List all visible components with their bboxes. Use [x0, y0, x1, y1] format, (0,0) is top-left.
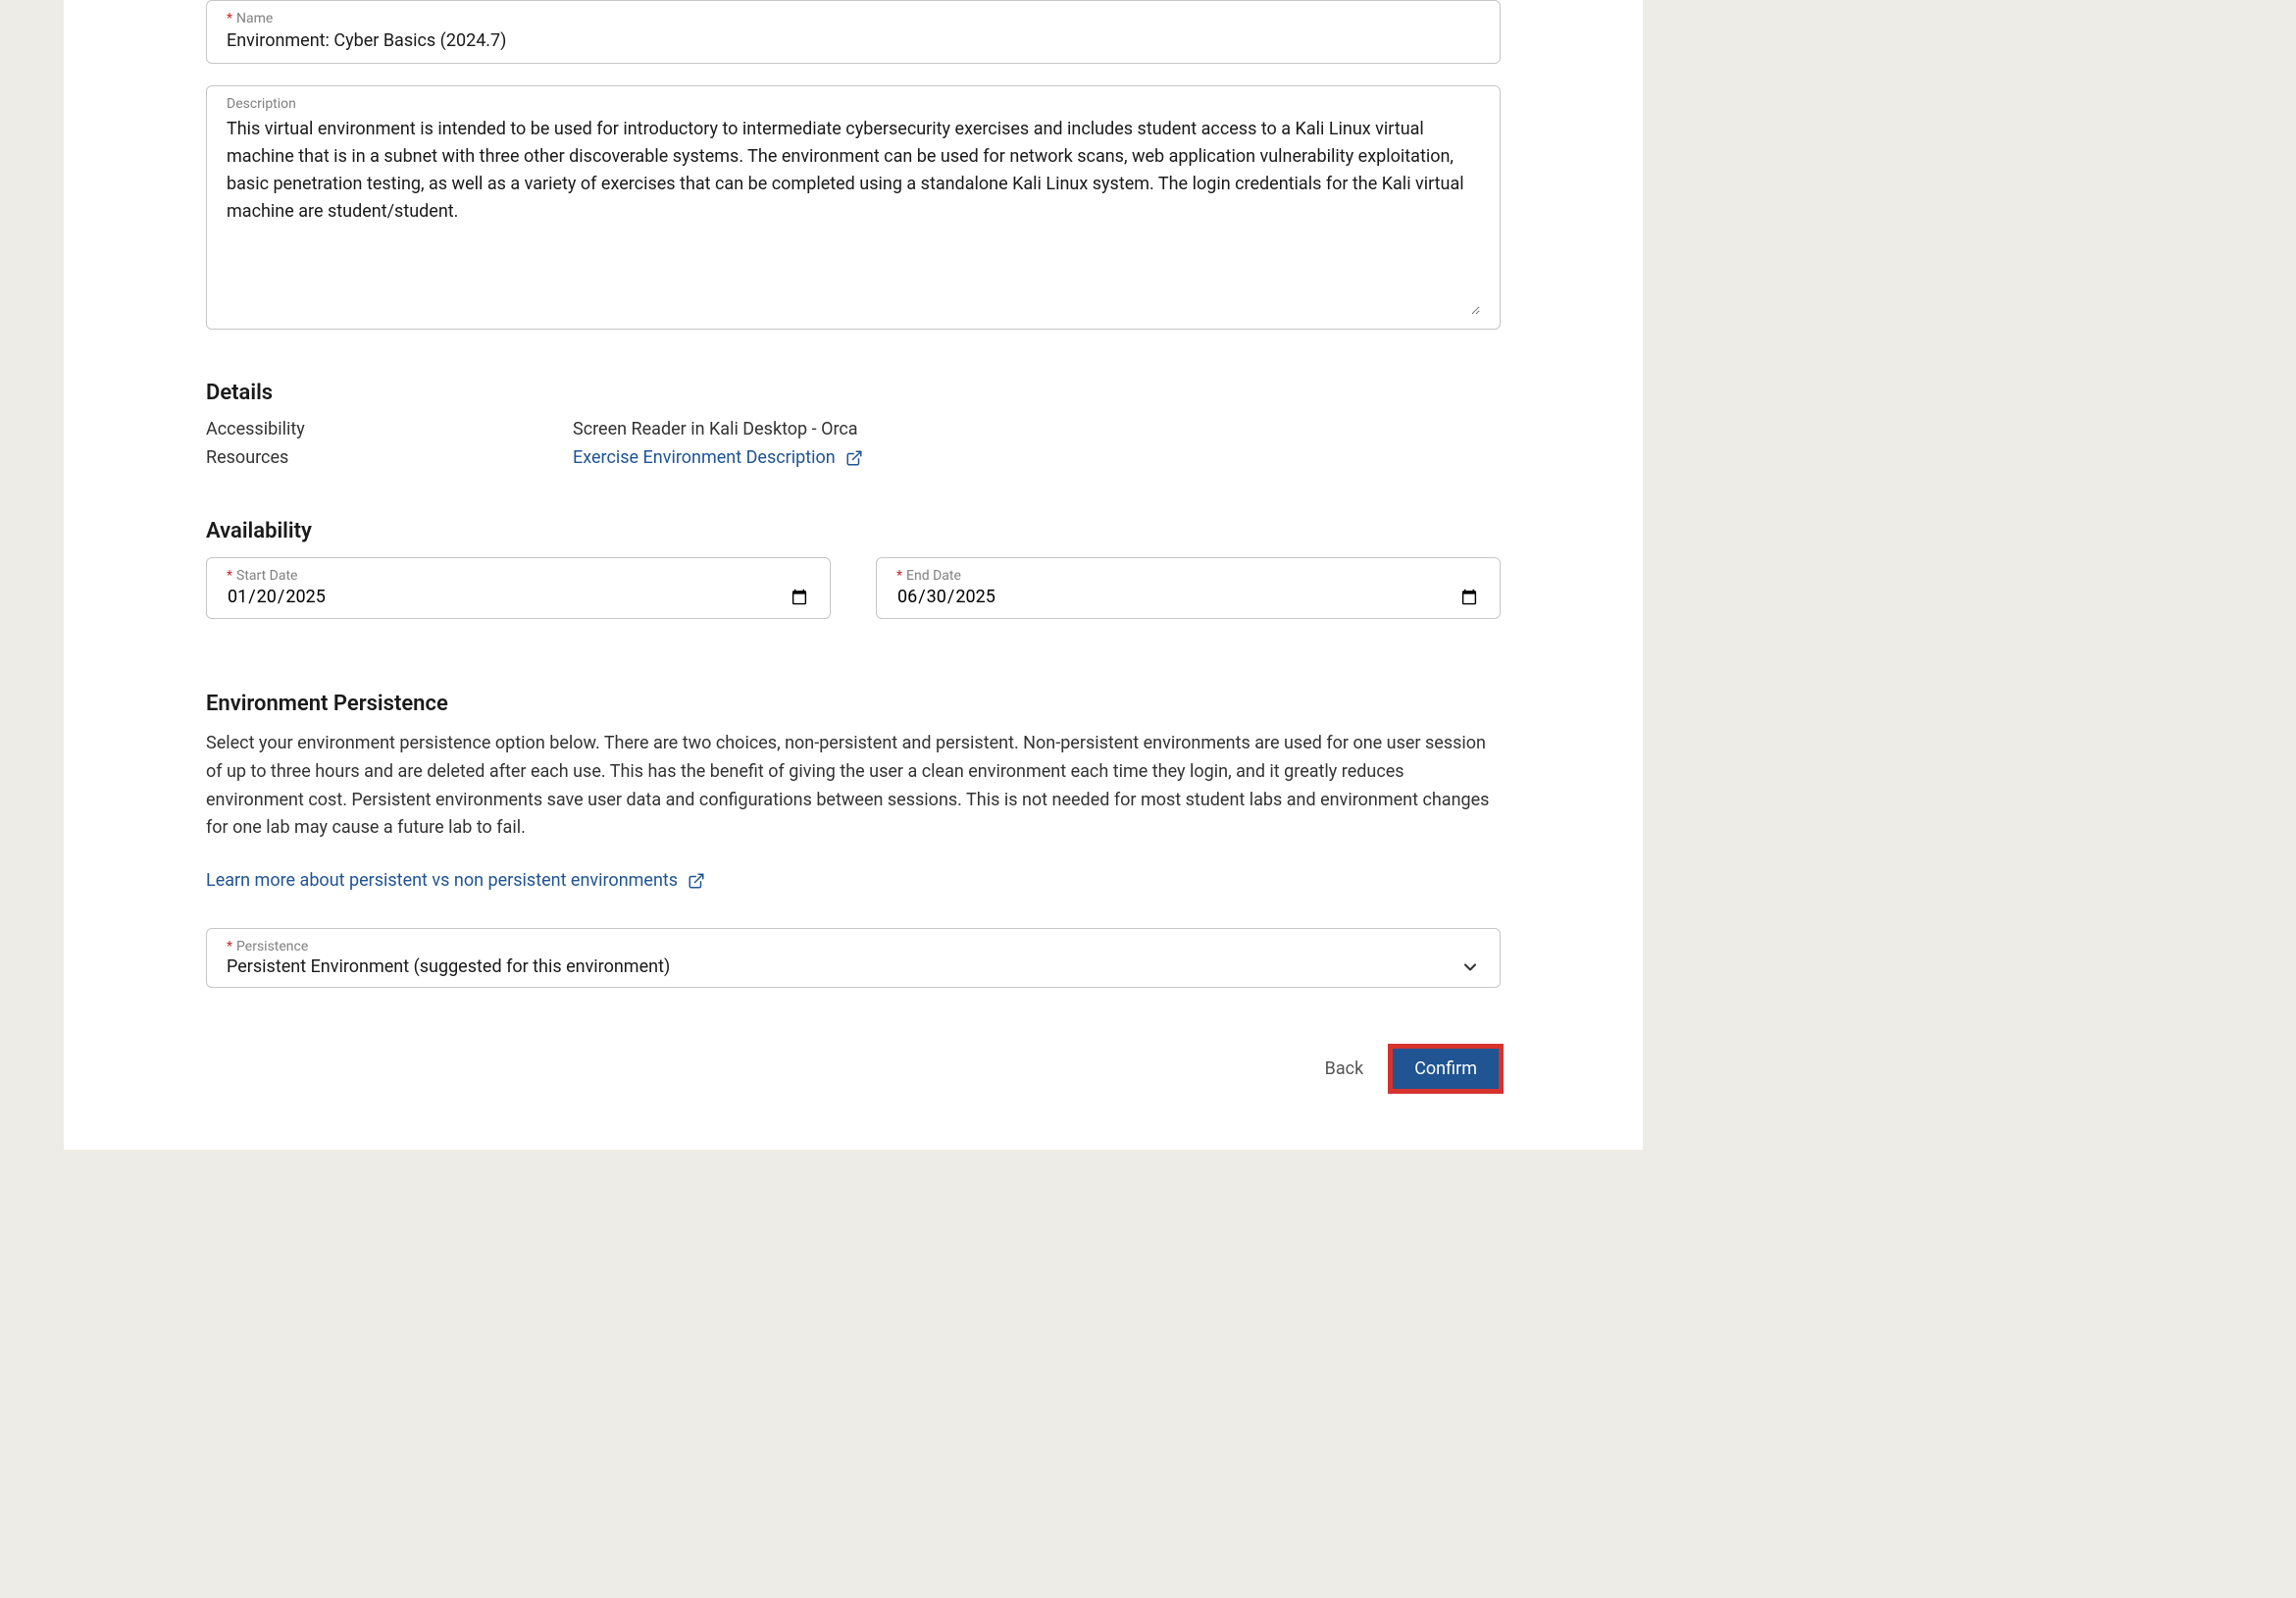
- name-label-text: Name: [236, 11, 273, 26]
- description-label: Description: [227, 96, 1480, 112]
- details-accessibility-row: Accessibility Screen Reader in Kali Desk…: [206, 419, 1501, 439]
- form-panel: * Name Description This virtual environme…: [64, 0, 1643, 1150]
- description-field-group[interactable]: Description This virtual environment is …: [206, 85, 1501, 330]
- required-star: *: [227, 11, 232, 26]
- persistence-select-group[interactable]: * Persistence Persistent Environment (sug…: [206, 928, 1501, 988]
- chevron-down-icon: [1460, 957, 1480, 977]
- details-resources-row: Resources Exercise Environment Descripti…: [206, 447, 1501, 468]
- learn-more-link[interactable]: Learn more about persistent vs non persi…: [206, 870, 705, 891]
- persistence-select-value: Persistent Environment (suggested for th…: [227, 956, 670, 977]
- confirm-button[interactable]: Confirm: [1391, 1047, 1501, 1091]
- required-star: *: [227, 939, 232, 954]
- end-date-group[interactable]: *End Date: [876, 557, 1501, 619]
- persistence-heading: Environment Persistence: [206, 692, 1501, 716]
- name-label: * Name: [227, 11, 1480, 26]
- persistence-description: Select your environment persistence opti…: [206, 730, 1501, 843]
- end-date-label-text: End Date: [906, 568, 961, 584]
- name-input[interactable]: [227, 28, 1480, 53]
- details-heading: Details: [206, 381, 1501, 405]
- description-textarea[interactable]: This virtual environment is intended to …: [227, 114, 1480, 315]
- required-star: *: [227, 568, 232, 584]
- resources-label: Resources: [206, 447, 573, 468]
- action-button-row: Back Confirm: [206, 1047, 1501, 1091]
- end-date-label: *End Date: [896, 568, 1480, 584]
- external-link-icon: [688, 872, 705, 890]
- persistence-select-label: * Persistence: [227, 939, 1480, 954]
- learn-more-text: Learn more about persistent vs non persi…: [206, 870, 678, 891]
- persistence-label-text: Persistence: [236, 939, 308, 954]
- availability-heading: Availability: [206, 519, 1501, 543]
- required-star: *: [896, 568, 902, 584]
- accessibility-value: Screen Reader in Kali Desktop - Orca: [573, 419, 858, 439]
- external-link-icon: [845, 449, 863, 467]
- resources-link[interactable]: Exercise Environment Description: [573, 447, 863, 468]
- start-date-group[interactable]: *Start Date: [206, 557, 831, 619]
- resources-link-text: Exercise Environment Description: [573, 447, 836, 468]
- start-date-label: *Start Date: [227, 568, 810, 584]
- back-button[interactable]: Back: [1325, 1058, 1364, 1079]
- name-field-group[interactable]: * Name: [206, 0, 1501, 64]
- start-date-input[interactable]: [227, 586, 810, 608]
- start-date-label-text: Start Date: [236, 568, 297, 584]
- accessibility-label: Accessibility: [206, 419, 573, 439]
- end-date-input[interactable]: [896, 586, 1480, 608]
